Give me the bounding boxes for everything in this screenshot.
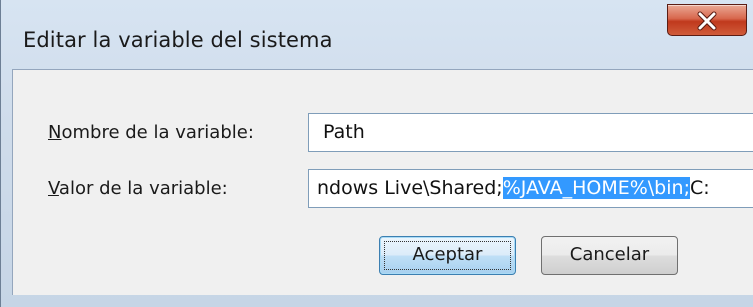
- cancel-button-label: Cancelar: [569, 244, 650, 265]
- ok-button-label: Aceptar: [412, 244, 483, 265]
- variable-name-label: Nombre de la variable:: [48, 122, 254, 143]
- value-text-after: C:: [689, 177, 710, 199]
- window-title: Editar la variable del sistema: [23, 28, 333, 52]
- value-text-selected: %JAVA_HOME%\bin;: [502, 177, 690, 199]
- variable-name-input[interactable]: Path: [308, 113, 753, 152]
- variable-value-input[interactable]: ndows Live\Shared;%JAVA_HOME%\bin;C:: [308, 169, 753, 208]
- dialog-window: Editar la variable del sistema Nombre de…: [0, 0, 753, 307]
- cancel-button[interactable]: Cancelar: [541, 236, 678, 275]
- dialog-body: Nombre de la variable: Path Valor de la …: [12, 69, 753, 295]
- value-text-before: ndows Live\Shared;: [317, 177, 503, 199]
- variable-value-label: Valor de la variable:: [48, 178, 228, 199]
- ok-button[interactable]: Aceptar: [379, 236, 516, 275]
- close-button[interactable]: [667, 4, 747, 36]
- close-x-icon: [697, 11, 717, 31]
- variable-name-value: Path: [323, 121, 365, 143]
